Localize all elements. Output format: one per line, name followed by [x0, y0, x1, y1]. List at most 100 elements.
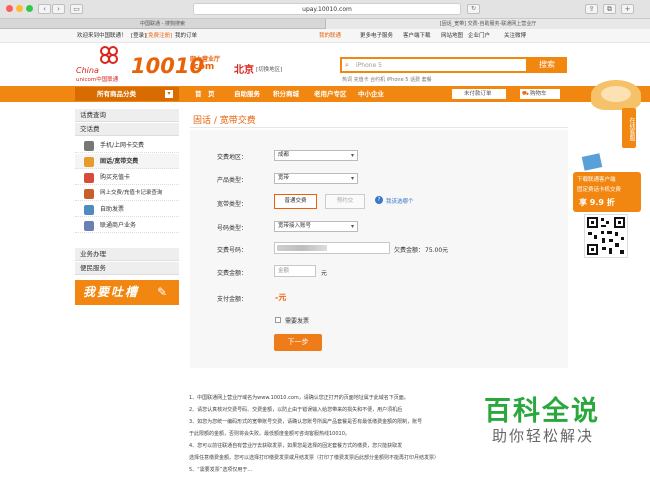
- share-icon[interactable]: ⇪: [585, 4, 598, 14]
- enterprise-link[interactable]: 企业门户: [468, 29, 490, 43]
- new-tab-icon[interactable]: +: [621, 4, 634, 14]
- categories-menu[interactable]: 所有商品分类 ▾: [75, 87, 179, 101]
- product-select[interactable]: 宽带: [274, 173, 358, 184]
- payment-label: 支付金额：: [217, 296, 248, 303]
- sidebar-item-record-query[interactable]: 网上交费/充值卡记录查询: [75, 186, 179, 201]
- note-7: 5、“需要发票”选项仅用于...: [189, 467, 253, 473]
- url-text: upay.10010.com: [302, 6, 352, 13]
- cart-icon: ⛟: [522, 91, 529, 97]
- sidebar-item-mobile-pay[interactable]: 手机/上网卡交费: [75, 138, 179, 153]
- product-value: 宽带: [278, 175, 290, 181]
- city-switch-link[interactable]: [切换地区]: [256, 65, 282, 73]
- unpaid-label: 未付款订单: [464, 91, 492, 97]
- pen-icon: ✎: [157, 285, 170, 299]
- side-bill-query[interactable]: 话费查询: [75, 109, 179, 122]
- promo-download: 下载联通客户端: [577, 177, 616, 183]
- complaint-label: 我要吐槽: [83, 285, 140, 299]
- invoice-label: 需要发票: [285, 318, 310, 325]
- side-business[interactable]: 业务办理: [75, 248, 179, 261]
- sidebar-item-invoice[interactable]: 自助发票: [75, 202, 179, 217]
- hotline-com: .com: [190, 62, 215, 72]
- kind-normal-label: 普通交费: [284, 198, 307, 204]
- owed-label: 欠费金额：: [394, 247, 425, 254]
- login-link[interactable]: [登录]: [131, 29, 146, 43]
- unpaid-orders-button[interactable]: 未付款订单: [452, 89, 506, 99]
- cart-label: 购物车: [530, 91, 547, 97]
- kind-label: 宽带类型：: [217, 201, 248, 208]
- online-service-button[interactable]: 在线客服: [622, 108, 636, 148]
- owed-value: 75.00元: [425, 247, 449, 254]
- card-icon: [84, 173, 94, 183]
- watermark-title: 百科全说: [484, 396, 600, 427]
- promo-discount: 享 9.9 折: [579, 198, 615, 207]
- tab-unicom-label: [固话_宽带] 交费-自助服务-联通网上营业厅: [439, 21, 537, 27]
- nav-points-mall[interactable]: 积分商城: [273, 86, 299, 102]
- next-button[interactable]: 下一步: [274, 334, 322, 351]
- main-nav: 所有商品分类 ▾ 首 页 自助服务 积分商城 老用户专区 中小企业 未付款订单 …: [0, 86, 650, 102]
- tab-unicom[interactable]: [固话_宽带] 交费-自助服务-联通网上营业厅: [325, 19, 650, 29]
- client-download-link[interactable]: 客户端下载: [403, 29, 431, 43]
- amount-unit: 元: [321, 270, 328, 277]
- zoom-window-icon[interactable]: [26, 5, 33, 12]
- nav-self-service[interactable]: 自助服务: [234, 86, 260, 102]
- page-title: 固话 / 宽带交费: [193, 116, 256, 126]
- invoice-checkbox[interactable]: [275, 317, 281, 323]
- register-link[interactable]: [免费注册]: [146, 29, 172, 43]
- watermark-subtitle: 助你轻松解决: [492, 427, 595, 445]
- note-6: 选择任意缴费金额。您可以选择打印缴费发票或月结发票（打印了缴费发票后此部分金额则…: [189, 455, 440, 461]
- more-services-link[interactable]: 更多电子服务: [360, 29, 393, 43]
- reload-icon[interactable]: ↻: [467, 4, 480, 14]
- number-input[interactable]: [274, 242, 390, 254]
- forward-icon[interactable]: ›: [52, 4, 65, 14]
- myunicom-link[interactable]: 我的联通: [319, 29, 341, 43]
- sidebar-item-buy-card[interactable]: 购买充值卡: [75, 170, 179, 185]
- number-label: 交费号码：: [217, 247, 248, 254]
- help-link[interactable]: 我该选哪个: [386, 197, 414, 205]
- area-select[interactable]: 成都: [274, 150, 358, 161]
- sitemap-link[interactable]: 网站地图: [441, 29, 463, 43]
- qr-code: [584, 214, 628, 258]
- kind-prepay-label: 预约交: [336, 198, 354, 204]
- search-placeholder: iPhone 5: [356, 62, 382, 69]
- minimize-window-icon[interactable]: [16, 5, 23, 12]
- side-convenience[interactable]: 便民服务: [75, 262, 179, 275]
- city-name: 北京: [234, 65, 254, 76]
- complaint-banner[interactable]: 我要吐槽 ✎: [75, 280, 179, 305]
- nav-home[interactable]: 首 页: [195, 86, 215, 102]
- payment-value: -元: [275, 293, 287, 302]
- address-bar[interactable]: upay.10010.com: [193, 3, 461, 15]
- search-input[interactable]: ⌕ iPhone 5: [340, 57, 528, 73]
- orders-link[interactable]: 我的订单: [175, 29, 197, 43]
- chevron-down-icon: ▾: [165, 90, 173, 98]
- kind-prepay-option[interactable]: 预约交: [325, 194, 365, 209]
- hot-words: 热词 充值卡 合约机 iPhone 5 话费 套餐: [342, 77, 432, 83]
- welcome-text: 欢迎来到中国联通！: [77, 33, 127, 39]
- weibo-link[interactable]: 关注微博: [504, 29, 526, 43]
- tab-bar: 中国联通 - 搜狗搜索 [固话_宽带] 交费-自助服务-联通网上营业厅: [0, 19, 650, 29]
- search-button[interactable]: 搜索: [527, 57, 567, 73]
- sidebar-item-broadband-pay[interactable]: 固话/宽带交费: [75, 154, 179, 169]
- amount-label: 交费金额：: [217, 270, 248, 277]
- numtype-select[interactable]: 宽带接入账号: [274, 221, 358, 232]
- sidebar-item-merchant[interactable]: 联通商户业务: [75, 218, 179, 233]
- promo-banner[interactable]: 下载联通客户端 固定费话卡机交费 享 9.9 折: [573, 172, 641, 212]
- sidebar-item-label: 购买充值卡: [100, 174, 131, 181]
- back-icon[interactable]: ‹: [38, 4, 51, 14]
- amount-input[interactable]: 金额: [274, 265, 316, 277]
- sidebar-item-label: 固话/宽带交费: [100, 158, 139, 165]
- nav-senior[interactable]: 老用户专区: [314, 86, 347, 102]
- nav-sme[interactable]: 中小企业: [358, 86, 384, 102]
- side-pay-bill[interactable]: 交话费: [75, 123, 179, 136]
- tab-sogou[interactable]: 中国联通 - 搜狗搜索: [0, 19, 325, 29]
- sidebar-icon[interactable]: ▭: [70, 4, 83, 14]
- mascot-face: [601, 86, 631, 102]
- qr-code-image: [587, 217, 625, 255]
- close-window-icon[interactable]: [6, 5, 13, 12]
- tabs-icon[interactable]: ⧉: [603, 4, 616, 14]
- sidebar-item-label: 联通商户业务: [100, 222, 137, 229]
- kind-normal-option[interactable]: 普通交费: [274, 194, 317, 209]
- product-label: 产品类型：: [217, 177, 248, 184]
- amount-placeholder: 金额: [278, 268, 290, 274]
- area-value: 成都: [278, 152, 290, 158]
- cart-button[interactable]: ⛟ 购物车: [520, 89, 560, 99]
